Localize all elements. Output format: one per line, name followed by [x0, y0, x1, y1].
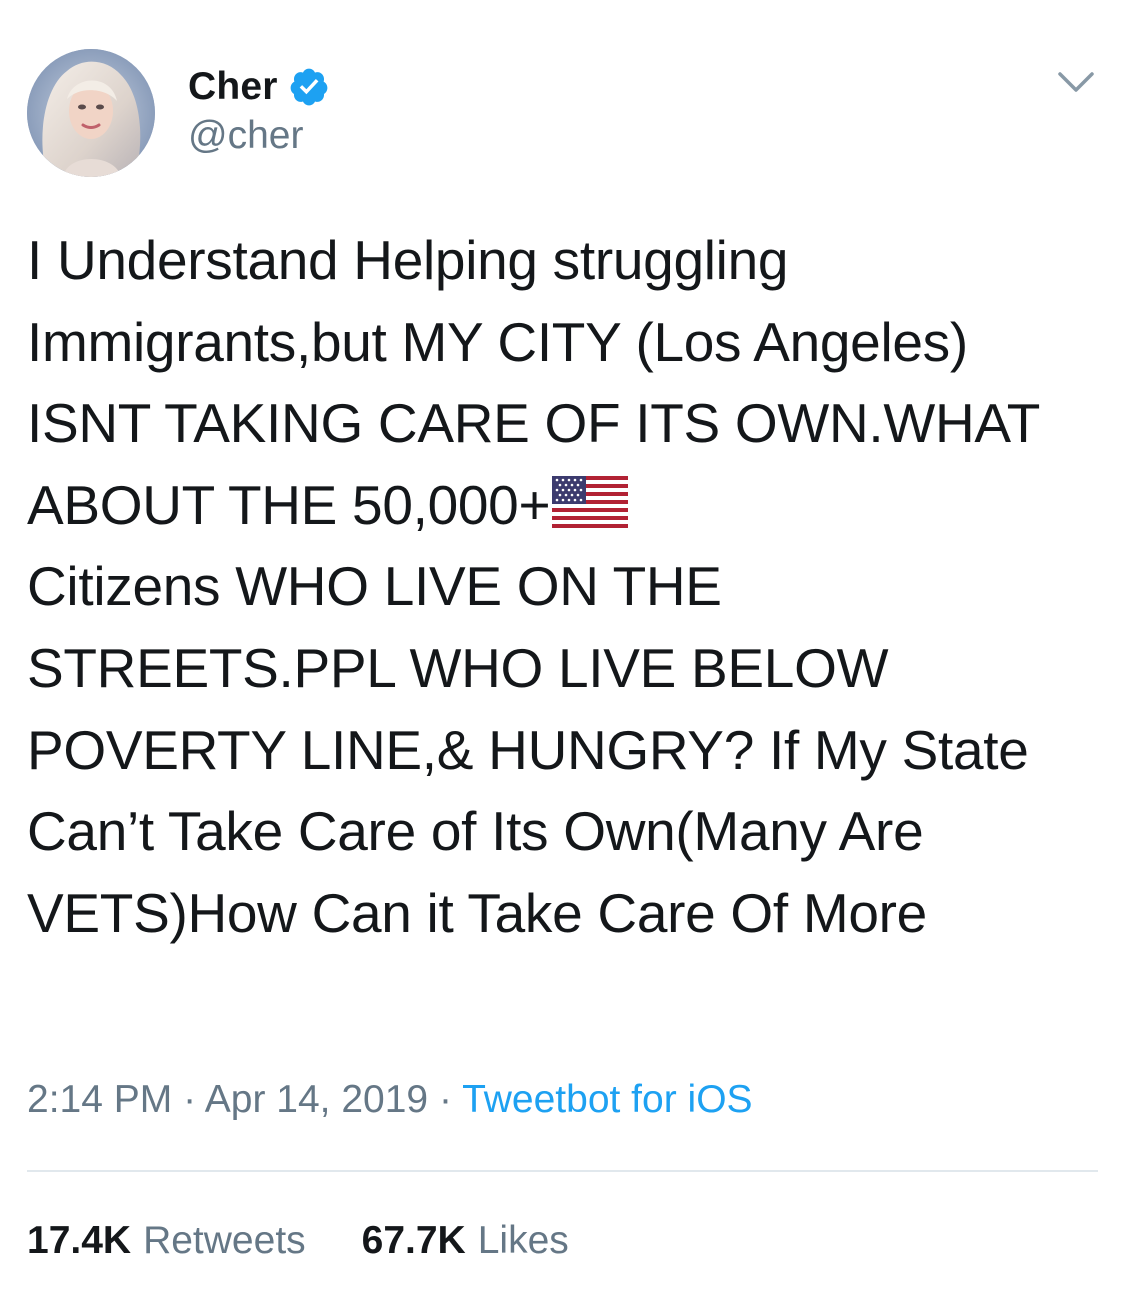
tweet-text-part-1: I Understand Helping struggling Immigran…: [27, 229, 1051, 536]
author-name-row[interactable]: Cher: [188, 62, 330, 112]
display-name[interactable]: Cher: [188, 65, 278, 109]
chevron-down-icon[interactable]: [1056, 64, 1096, 100]
us-flag-icon: [552, 469, 629, 528]
likes-count: 67.7K: [361, 1219, 466, 1262]
tweet-time[interactable]: 2:14 PM: [27, 1078, 172, 1121]
handle[interactable]: @cher: [188, 114, 303, 158]
tweet-date[interactable]: Apr 14, 2019: [205, 1078, 428, 1121]
retweets-label: Retweets: [143, 1219, 306, 1262]
tweet-source-link[interactable]: Tweetbot for iOS: [462, 1078, 752, 1121]
likes-label: Likes: [477, 1219, 569, 1262]
tweet-text-part-2: Citizens WHO LIVE ON THE STREETS.PPL WHO…: [27, 555, 1029, 944]
meta-separator-1: ·: [172, 1078, 205, 1121]
avatar-image: [27, 49, 155, 177]
tweet-text: I Understand Helping struggling Immigran…: [27, 220, 1102, 954]
divider: [27, 1170, 1098, 1172]
verified-badge-icon: [288, 66, 330, 108]
avatar[interactable]: [27, 49, 155, 177]
meta-separator-2: ·: [428, 1078, 463, 1121]
tweet-card: Cher @cher I Understand Helping struggli…: [0, 0, 1125, 1291]
tweet-stats: 17.4K Retweets 67.7K Likes: [27, 1219, 569, 1263]
retweets-count: 17.4K: [27, 1219, 132, 1262]
retweets-stat[interactable]: 17.4K Retweets: [27, 1219, 306, 1263]
tweet-meta: 2:14 PM · Apr 14, 2019 · Tweetbot for iO…: [27, 1078, 753, 1122]
likes-stat[interactable]: 67.7K Likes: [362, 1219, 569, 1263]
